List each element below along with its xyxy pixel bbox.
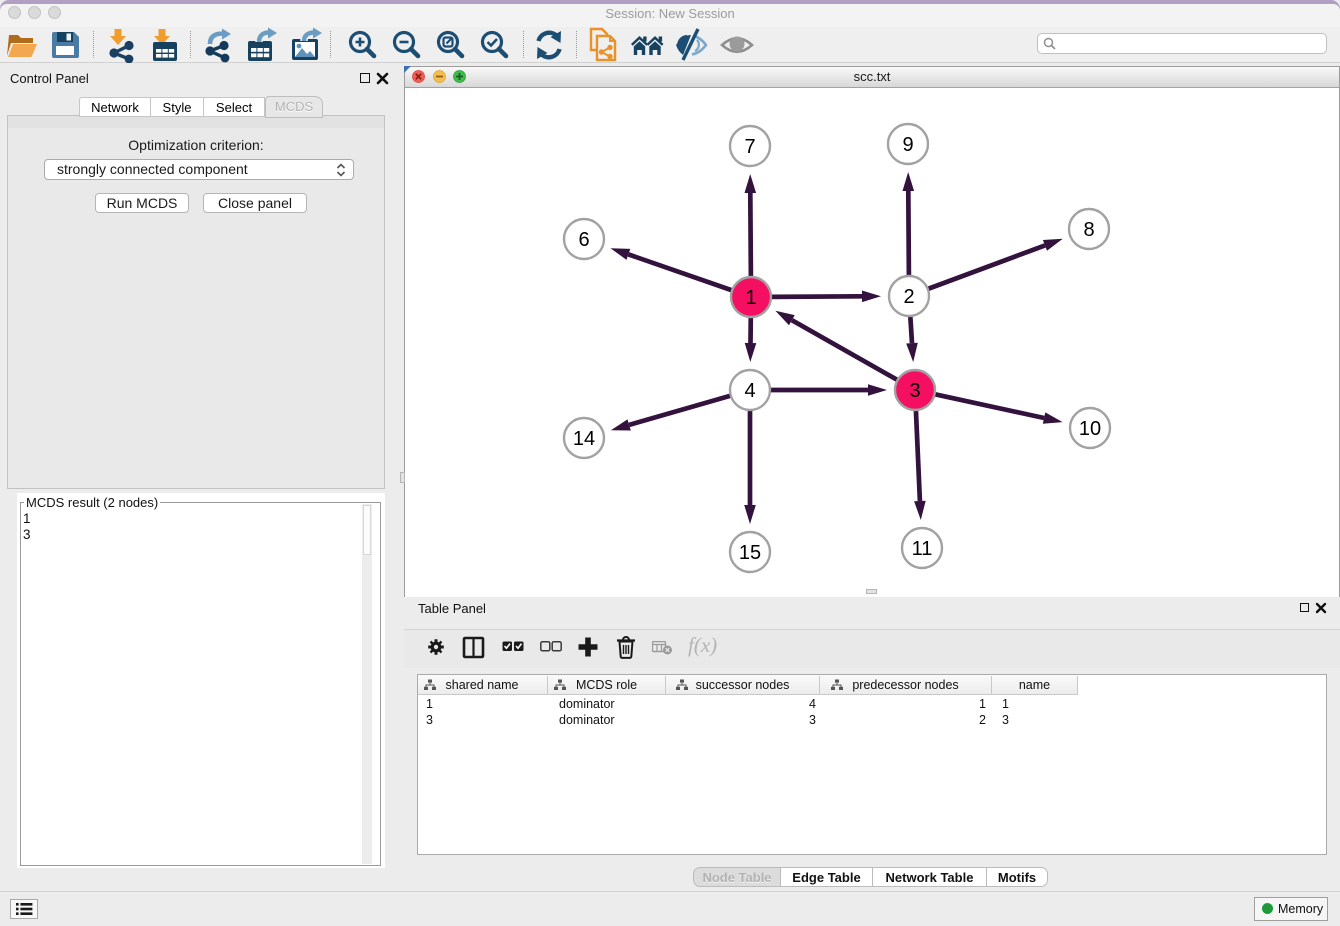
svg-text:10: 10 <box>1079 418 1101 440</box>
svg-text:14: 14 <box>573 428 595 450</box>
svg-text:6: 6 <box>578 229 589 251</box>
svg-text:1: 1 <box>745 287 756 309</box>
svg-text:3: 3 <box>909 380 920 402</box>
svg-text:8: 8 <box>1083 219 1094 241</box>
svg-text:11: 11 <box>912 538 933 560</box>
svg-text:7: 7 <box>744 136 755 158</box>
svg-text:9: 9 <box>902 134 913 156</box>
svg-text:2: 2 <box>903 286 914 308</box>
svg-text:4: 4 <box>744 380 755 402</box>
svg-text:15: 15 <box>739 542 761 564</box>
